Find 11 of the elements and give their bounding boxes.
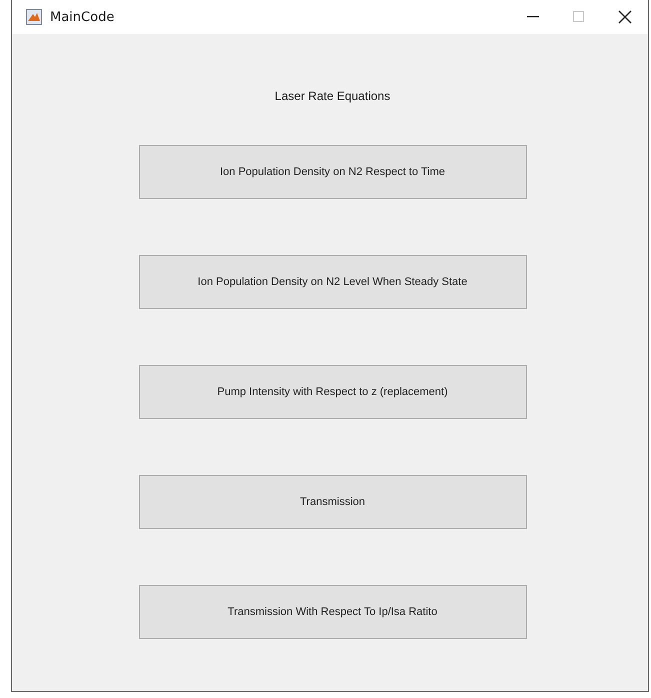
close-icon [618,10,632,24]
app-logo-icon [26,9,42,25]
action-button[interactable]: Pump Intensity with Respect to z (replacement) [138,365,526,419]
heading: Laser Rate Equations [274,89,390,104]
window-title: MainCode [50,10,116,24]
action-button[interactable]: Transmission [138,475,526,529]
action-button[interactable]: Transmission With Respect To Ip/Isa Ratito [138,585,526,639]
minimize-icon [527,16,539,18]
action-button[interactable]: Ion Population Density on N2 Respect to Time [138,145,526,199]
maximize-icon [573,11,585,23]
action-button[interactable]: Ion Population Density on N2 Level When Steady State [138,255,526,309]
